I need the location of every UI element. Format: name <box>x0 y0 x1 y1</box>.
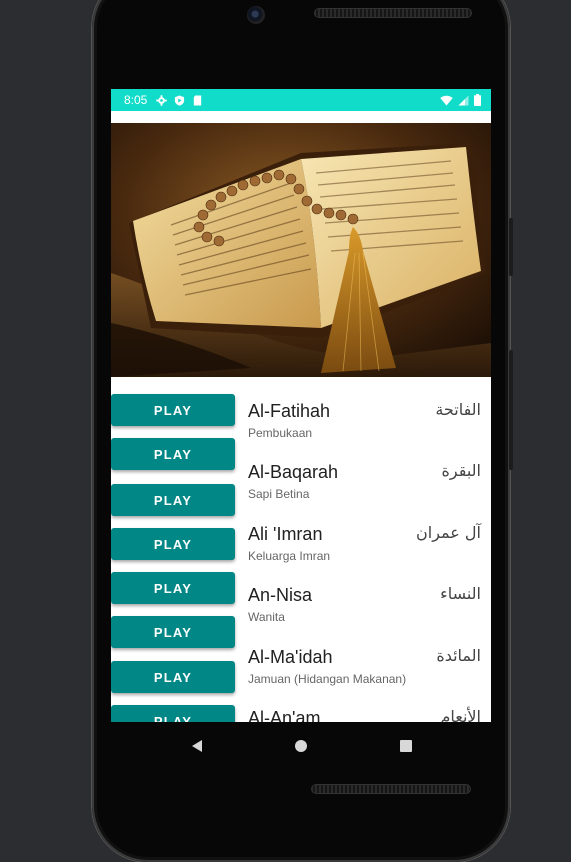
play-protect-icon <box>175 94 185 106</box>
surah-arabic-name: آل عمران <box>416 523 481 542</box>
home-icon[interactable] <box>291 736 311 756</box>
surah-name: Ali 'Imran <box>248 524 323 544</box>
surah-arabic-name: الفاتحة <box>435 400 481 419</box>
front-camera <box>247 6 265 24</box>
back-icon[interactable] <box>187 736 207 756</box>
surah-arabic-name: النساء <box>440 584 481 603</box>
play-button[interactable]: PLAY <box>111 484 235 516</box>
surah-meaning: Sapi Betina <box>248 487 310 501</box>
system-nav-bar <box>111 722 491 767</box>
surah-arabic-name: المائدة <box>436 646 481 665</box>
surah-arabic-name: البقرة <box>441 461 481 480</box>
surah-name: Al-Ma'idah <box>248 647 333 667</box>
play-button[interactable]: PLAY <box>111 705 235 722</box>
play-button[interactable]: PLAY <box>111 438 235 470</box>
surah-meaning: Wanita <box>248 610 285 624</box>
surah-name: Al-An'am <box>248 708 321 722</box>
play-button[interactable]: PLAY <box>111 528 235 560</box>
play-button[interactable]: PLAY <box>111 394 235 426</box>
gear-icon <box>156 94 168 106</box>
wifi-icon <box>440 95 453 105</box>
recents-icon[interactable] <box>396 736 416 756</box>
quran-illustration <box>111 123 491 377</box>
list-item[interactable]: PLAY Al-Fatihah Pembukaan الفاتحة <box>111 377 491 440</box>
volume-button <box>509 218 513 276</box>
battery-icon <box>474 94 481 106</box>
surah-name: Al-Baqarah <box>248 462 339 482</box>
hero-quran-image <box>111 123 491 377</box>
signal-icon <box>458 95 469 105</box>
sd-card-icon <box>194 94 202 106</box>
power-button <box>509 350 513 470</box>
earpiece-speaker <box>314 8 472 18</box>
status-time: 8:05 <box>124 93 148 107</box>
play-button[interactable]: PLAY <box>111 572 235 604</box>
app-screen: 8:05 PLAY Al-Fatihah Pembukaan الفاتحة P… <box>111 89 491 722</box>
play-button[interactable]: PLAY <box>111 661 235 693</box>
surah-arabic-name: الأنعام <box>440 707 481 722</box>
surah-list[interactable]: PLAY Al-Fatihah Pembukaan الفاتحة PLAY A… <box>111 377 491 722</box>
bottom-speaker <box>311 784 471 794</box>
status-bar: 8:05 <box>111 89 491 111</box>
surah-name: Al-Fatihah <box>248 401 331 421</box>
play-button[interactable]: PLAY <box>111 616 235 648</box>
surah-name: An-Nisa <box>248 585 313 605</box>
